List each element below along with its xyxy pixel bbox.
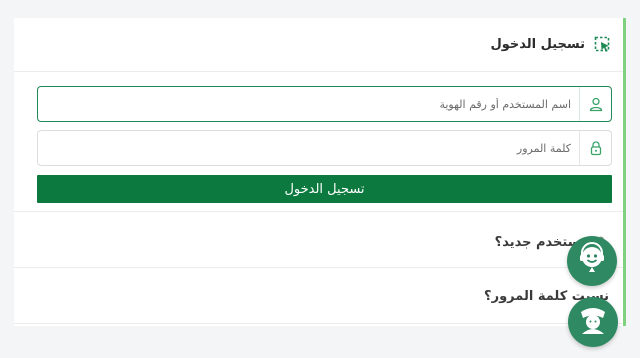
divider xyxy=(14,211,623,212)
username-field[interactable]: اسم المستخدم أو رقم الهوية xyxy=(37,86,612,122)
chat-support-button[interactable] xyxy=(567,236,617,286)
login-submit-button[interactable]: تسجيل الدخول xyxy=(37,175,612,203)
user-icon xyxy=(579,87,611,121)
login-header: تسجيل الدخول xyxy=(14,18,623,72)
cursor-select-icon xyxy=(593,35,613,55)
assistant-avatar-icon xyxy=(573,300,613,344)
username-placeholder: اسم المستخدم أو رقم الهوية xyxy=(439,97,571,111)
login-title: تسجيل الدخول xyxy=(490,37,585,52)
password-placeholder: كلمة المرور xyxy=(516,141,571,155)
divider xyxy=(14,267,623,268)
password-field[interactable]: كلمة المرور xyxy=(37,130,612,166)
assistant-button[interactable] xyxy=(568,297,618,347)
lock-icon xyxy=(579,131,611,165)
divider xyxy=(14,323,623,324)
chat-support-icon xyxy=(574,241,610,281)
login-card: تسجيل الدخول اسم المستخدم أو رقم الهوية … xyxy=(14,18,626,326)
